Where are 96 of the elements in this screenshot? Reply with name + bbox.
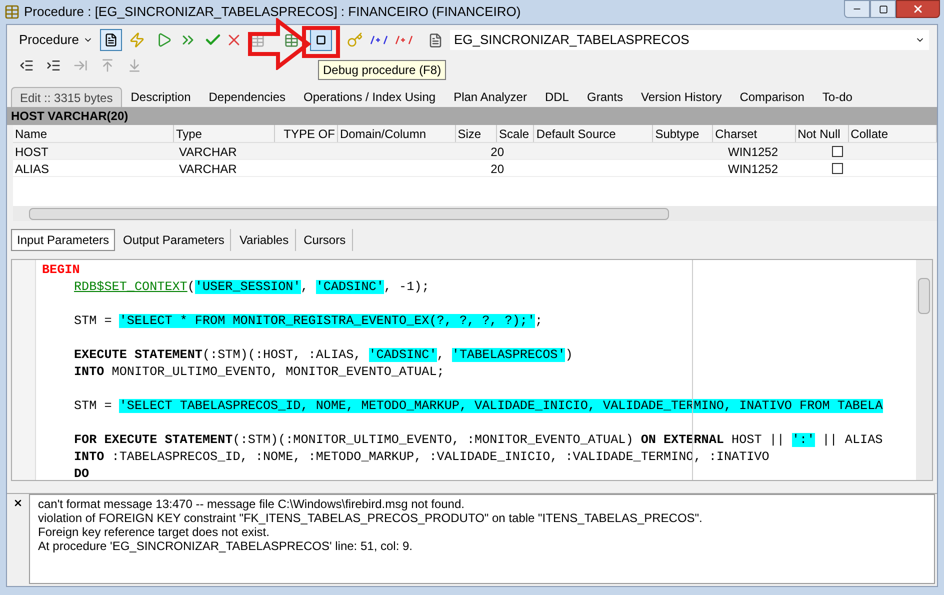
table-cell-text: VARCHAR — [178, 144, 238, 159]
tooltip: Debug procedure (F8) — [318, 60, 446, 80]
code-editor[interactable] — [11, 259, 933, 481]
object-name-field[interactable]: EG_SINCRONIZAR_TABELASPRECOS — [450, 30, 929, 50]
tab[interactable]: Comparison — [730, 87, 814, 107]
column-header[interactable]: Subtype — [653, 125, 714, 142]
code-text: STM = — [74, 399, 113, 413]
code-text: MONITOR_ULTIMO_EVENTO, MONITOR_EVENTO_ATUAL; — [110, 365, 444, 379]
code-keyword: DO — [74, 467, 90, 480]
debug-icon — [316, 35, 326, 45]
indent-icon[interactable] — [46, 58, 61, 72]
code-text: :TABELASPRECOS_ID, :NOME, :METODO_MARKUP, :VALIDADE_INICIO, :VALIDADE_TERMINO, :INATIVO — [110, 450, 770, 464]
code-keyword: INTO — [74, 365, 104, 379]
code-string: 'USER_SESSION' — [194, 280, 301, 294]
message-text: can't format message 13:470 -- message file C:\Windows\firebird.msg not found. — [38, 497, 464, 511]
list-icon[interactable] — [428, 32, 443, 48]
checkbox[interactable] — [832, 146, 842, 156]
maximize-button[interactable] — [870, 0, 896, 18]
comment-icon[interactable] — [370, 35, 388, 45]
tab[interactable]: Variables — [233, 229, 296, 251]
column-header[interactable]: Scale — [497, 125, 534, 142]
column-header[interactable]: TYPE OF — [275, 125, 338, 142]
code-string: 'TABELASPRECOS' — [452, 348, 566, 362]
table-cell-text: WIN1252 — [727, 144, 780, 159]
window-title: Procedure : [EG_SINCRONIZAR_TABELASPRECOS] : FINANCEIRO (FINANCEIRO) — [24, 3, 521, 22]
code-keyword: BEGIN — [42, 263, 80, 277]
table-icon[interactable] — [284, 32, 299, 48]
uncomment-icon[interactable] — [394, 35, 413, 45]
code-keyword: FOR EXECUTE STATEMENT — [74, 433, 233, 447]
tab[interactable]: Grants — [578, 87, 632, 107]
close-button[interactable] — [896, 0, 940, 18]
tab[interactable]: Dependencies — [200, 87, 294, 107]
column-header[interactable]: Size — [456, 125, 498, 142]
tab[interactable]: To-do — [813, 87, 862, 107]
code-keyword: EXECUTE STATEMENT — [74, 348, 202, 362]
tab[interactable]: Output Parameters — [117, 229, 232, 251]
code-text: ) — [565, 348, 573, 362]
code-text: HOST || — [730, 433, 786, 447]
outdent-icon[interactable] — [19, 58, 34, 72]
code-text: , — [436, 348, 446, 362]
tab[interactable]: Version History — [632, 87, 731, 107]
arrow-annotation — [248, 18, 312, 70]
tab[interactable]: Plan Analyzer — [444, 87, 536, 107]
debug-button[interactable] — [310, 29, 332, 51]
scrollbar-thumb[interactable] — [918, 278, 930, 314]
checkbox[interactable] — [832, 162, 842, 174]
code-text: STM = — [74, 314, 113, 328]
message-text: violation of FOREIGN KEY constraint "FK_ITENS_TABELAS_PRECOS_PRODUTO" on table "ITENS_TABELAS_PRECOS". — [38, 511, 702, 525]
column-header[interactable]: Type — [174, 125, 276, 142]
tab[interactable]: Operations / Index Using — [294, 87, 445, 107]
code-text: , -1); — [384, 280, 430, 294]
object-type-dropdown[interactable]: Procedure — [15, 30, 97, 50]
column-header[interactable]: Not Null — [796, 125, 849, 142]
code-text: ( — [187, 280, 195, 294]
code-text: (:STM)(:HOST, :ALIAS, — [202, 348, 362, 362]
tab[interactable]: Description — [122, 87, 200, 107]
table-cell-text: 20 — [490, 144, 505, 159]
column-header[interactable]: Name — [13, 125, 174, 142]
column-header[interactable]: Collate — [848, 125, 938, 142]
document-icon — [104, 33, 118, 47]
maximize-icon — [878, 4, 888, 14]
tab[interactable]: Input Parameters — [11, 229, 116, 251]
column-header[interactable]: Domain/Column — [338, 125, 456, 142]
scrollbar-thumb[interactable] — [29, 208, 669, 220]
tab[interactable]: Edit :: 3315 bytes — [11, 87, 122, 107]
table-cell-text: ALIAS — [14, 161, 50, 176]
parameter-header: HOST VARCHAR(20) — [7, 107, 937, 125]
code-text: (:STM)(:MONITOR_ULTIMO_EVENTO, :MONITOR_EVENTO_ATUAL) — [232, 433, 634, 447]
tab[interactable]: DDL — [536, 87, 578, 107]
code-string: 'SELECT * FROM MONITOR_REGISTRA_EVENTO_EX(?, ?, ?, ?);' — [119, 314, 536, 328]
table-cell-text: 20 — [490, 161, 505, 176]
code-string: 'CADSINC' — [368, 348, 437, 362]
code-text: || ALIAS — [821, 433, 883, 447]
close-icon — [912, 3, 924, 15]
key-icon[interactable] — [346, 32, 363, 48]
code-keyword: ON EXTERNAL — [640, 433, 724, 447]
toolbar-button[interactable] — [100, 29, 122, 51]
table-cell-text: HOST — [14, 144, 50, 159]
message-text: Foreign key reference target does not exist. — [38, 525, 270, 539]
code-string: 'CADSINC' — [316, 280, 384, 294]
column-header[interactable]: Default Source — [534, 125, 654, 142]
lightning-icon[interactable] — [128, 32, 145, 48]
table-cell-text: WIN1252 — [727, 161, 780, 176]
highlight-box — [302, 26, 340, 58]
code-text: , — [300, 280, 310, 294]
column-header[interactable]: Charset — [713, 125, 796, 142]
code-keyword: INTO — [74, 450, 104, 464]
run-icon[interactable] — [156, 32, 172, 48]
code-text: ; — [535, 314, 543, 328]
code-function: RDB$SET_CONTEXT — [74, 280, 188, 294]
code-string: ':' — [792, 433, 815, 447]
app-icon — [4, 4, 20, 20]
table-cell-text: VARCHAR — [178, 161, 238, 176]
message-text: At procedure 'EG_SINCRONIZAR_TABELASPRECOS' line: 51, col: 9. — [38, 539, 413, 553]
close-icon[interactable] — [13, 498, 23, 508]
tab[interactable]: Cursors — [298, 229, 353, 251]
